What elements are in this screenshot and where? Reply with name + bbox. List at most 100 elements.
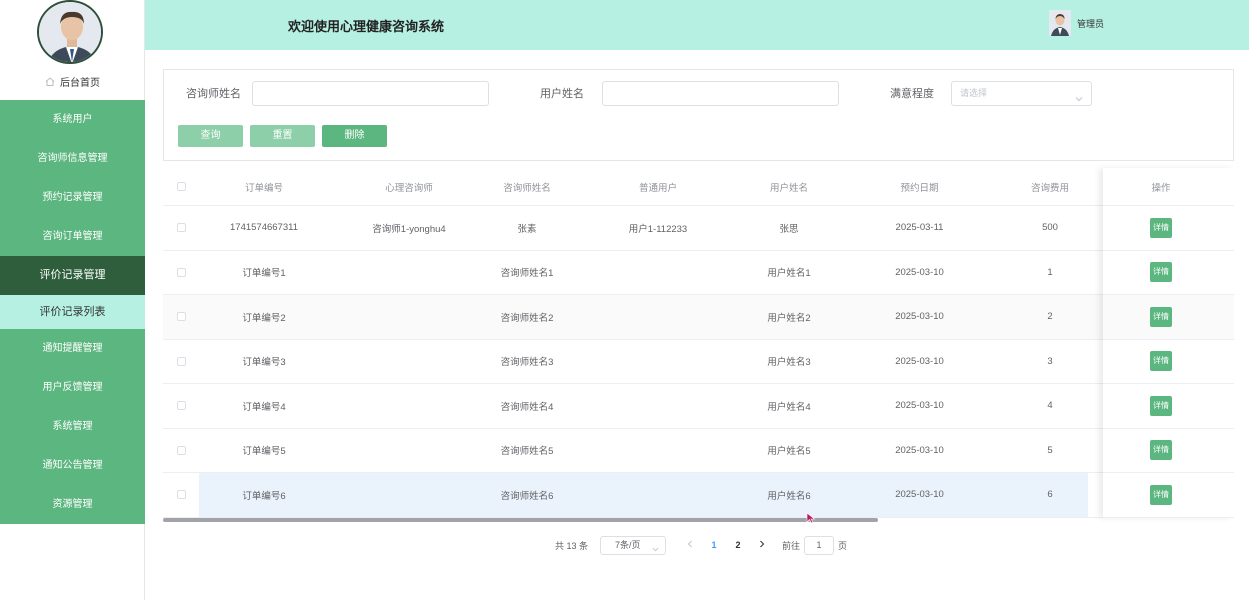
table-row[interactable]: 订单编号5 咨询师姓名5 用户姓名5 2025-03-10 5 详情	[163, 429, 1234, 473]
cell-actions: 详情	[1088, 351, 1234, 372]
row-checkbox[interactable]	[176, 312, 186, 322]
detail-button[interactable]: 详情	[1150, 440, 1172, 461]
cell-actions: 详情	[1088, 473, 1234, 517]
sidebar-item-reviews[interactable]: 评价记录管理	[0, 256, 145, 295]
cell-user-name: 用户姓名2	[767, 312, 811, 324]
prev-page-button[interactable]	[678, 540, 702, 550]
cell-order-no: 订单编号3	[242, 357, 286, 369]
satisfaction-select[interactable]: 请选择	[951, 81, 1092, 106]
detail-button[interactable]: 详情	[1150, 262, 1172, 283]
detail-button[interactable]: 详情	[1150, 395, 1172, 416]
row-select-cell	[163, 400, 199, 411]
sidebar-subitem-review-list[interactable]: 评价记录列表	[0, 295, 145, 329]
col-header-user[interactable]: 普通用户	[565, 180, 751, 194]
sidebar-item-announcements[interactable]: 通知公告管理	[0, 446, 145, 485]
row-select-cell	[163, 473, 199, 517]
row-select-cell	[163, 445, 199, 456]
detail-button[interactable]: 详情	[1150, 351, 1172, 372]
select-all-cell	[163, 181, 199, 192]
table-header: 订单编号 心理咨询师 咨询师姓名 普通用户 用户姓名 预约日期 咨询费用 操作	[163, 168, 1234, 206]
page-number-2[interactable]: 2	[726, 540, 750, 550]
row-checkbox[interactable]	[176, 445, 186, 455]
cell-fee: 4	[1047, 400, 1053, 412]
page-size-select[interactable]: 7条/页	[600, 535, 667, 555]
chevron-down-icon	[1075, 89, 1083, 112]
top-header: 欢迎使用心理健康咨询系统 管理员	[145, 0, 1249, 50]
satisfaction-label: 满意程度	[890, 88, 934, 100]
data-table: 订单编号 心理咨询师 咨询师姓名 普通用户 用户姓名 预约日期 咨询费用 操作 …	[163, 168, 1234, 518]
sidebar-item-system[interactable]: 系统管理	[0, 407, 145, 446]
col-header-user-name[interactable]: 用户姓名	[751, 180, 827, 194]
sidebar-item-notifications[interactable]: 通知提醒管理	[0, 329, 145, 368]
cell-consultant-name: 张素	[517, 223, 537, 235]
detail-button[interactable]: 详情	[1150, 217, 1172, 238]
app-root: 后台首页 系统用户 咨询师信息管理 预约记录管理 咨询订单管理 评价记录管理 评…	[0, 0, 1249, 600]
query-button[interactable]: 查询	[178, 125, 243, 147]
delete-button[interactable]: 删除	[322, 125, 387, 147]
cell-order-no: 订单编号2	[242, 312, 286, 324]
row-checkbox[interactable]	[176, 356, 186, 366]
sidebar: 后台首页 系统用户 咨询师信息管理 预约记录管理 咨询订单管理 评价记录管理 评…	[0, 0, 145, 600]
sidebar-item-orders[interactable]: 咨询订单管理	[0, 217, 145, 256]
horizontal-scrollbar[interactable]	[163, 518, 878, 522]
next-page-button[interactable]	[750, 540, 774, 550]
cell-user-name: 用户姓名5	[767, 446, 811, 458]
cell-order-no: 订单编号4	[242, 401, 286, 413]
cell-order-no: 订单编号1	[242, 268, 286, 280]
home-link[interactable]: 后台首页	[0, 74, 145, 92]
sidebar-item-appointments[interactable]: 预约记录管理	[0, 178, 145, 217]
cell-fee: 6	[1047, 489, 1053, 501]
sidebar-item-feedback[interactable]: 用户反馈管理	[0, 368, 145, 407]
row-checkbox[interactable]	[176, 401, 186, 411]
avatar[interactable]	[37, 0, 103, 64]
sidebar-item-resources[interactable]: 资源管理	[0, 485, 145, 524]
col-header-date[interactable]: 预约日期	[827, 180, 1012, 194]
goto-page-input[interactable]: 1	[804, 535, 835, 555]
cell-consultant-name: 咨询师姓名2	[500, 312, 554, 324]
page-unit-label: 页	[838, 540, 848, 551]
table-row[interactable]: 订单编号4 咨询师姓名4 用户姓名4 2025-03-10 4 详情	[163, 384, 1234, 429]
table-row[interactable]: 订单编号6 咨询师姓名6 用户姓名6 2025-03-10 6 详情	[163, 473, 1234, 518]
cell-date: 2025-03-10	[895, 400, 944, 412]
select-all-checkbox[interactable]	[176, 181, 186, 191]
cell-consultant-name: 咨询师姓名5	[500, 446, 554, 458]
row-checkbox[interactable]	[176, 267, 186, 277]
col-header-fee[interactable]: 咨询费用	[1012, 180, 1088, 194]
reset-button[interactable]: 重置	[250, 125, 315, 147]
satisfaction-placeholder: 请选择	[960, 88, 988, 98]
cell-consultant-name: 咨询师姓名3	[500, 357, 554, 369]
home-label: 后台首页	[60, 78, 100, 89]
cell-consultant-name: 咨询师姓名4	[500, 401, 554, 413]
sidebar-item-system-users[interactable]: 系统用户	[0, 100, 145, 139]
row-checkbox[interactable]	[176, 223, 186, 233]
cell-consultant-name: 咨询师姓名1	[500, 268, 554, 280]
cell-date: 2025-03-10	[895, 444, 944, 456]
user-name-input[interactable]	[602, 81, 839, 106]
cell-fee: 1	[1047, 266, 1053, 278]
user-menu[interactable]: 管理员	[1048, 10, 1104, 36]
col-header-consultant-name[interactable]: 咨询师姓名	[489, 180, 565, 194]
table-row[interactable]: 订单编号3 咨询师姓名3 用户姓名3 2025-03-10 3 详情	[163, 340, 1234, 384]
table-row[interactable]: 订单编号1 咨询师姓名1 用户姓名1 2025-03-10 1 详情	[163, 251, 1234, 295]
table-row[interactable]: 1741574667311 咨询师1-yonghu4 张素 用户1-112233…	[163, 206, 1234, 251]
detail-button[interactable]: 详情	[1150, 306, 1172, 327]
home-icon	[45, 77, 55, 89]
cell-order-no: 订单编号5	[242, 446, 286, 458]
chevron-right-icon	[760, 540, 765, 548]
chevron-down-icon	[652, 542, 659, 559]
cell-fee: 3	[1047, 355, 1053, 367]
page-number-1[interactable]: 1	[702, 540, 726, 550]
user-name-label: 用户姓名	[540, 88, 584, 100]
col-header-actions: 操作	[1151, 182, 1171, 194]
table-row[interactable]: 订单编号2 咨询师姓名2 用户姓名2 2025-03-10 2 详情	[163, 295, 1234, 340]
cell-date: 2025-03-11	[895, 222, 944, 234]
col-header-order-no[interactable]: 订单编号	[199, 180, 329, 194]
cell-order-no: 1741574667311	[230, 222, 298, 234]
cell-actions: 详情	[1088, 217, 1234, 238]
sidebar-item-consultant-info[interactable]: 咨询师信息管理	[0, 139, 145, 178]
cell-user-name: 用户姓名1	[767, 268, 811, 280]
col-header-consultant[interactable]: 心理咨询师	[329, 180, 489, 194]
detail-button[interactable]: 详情	[1150, 484, 1172, 505]
row-checkbox[interactable]	[176, 490, 186, 500]
consultant-name-input[interactable]	[252, 81, 489, 106]
